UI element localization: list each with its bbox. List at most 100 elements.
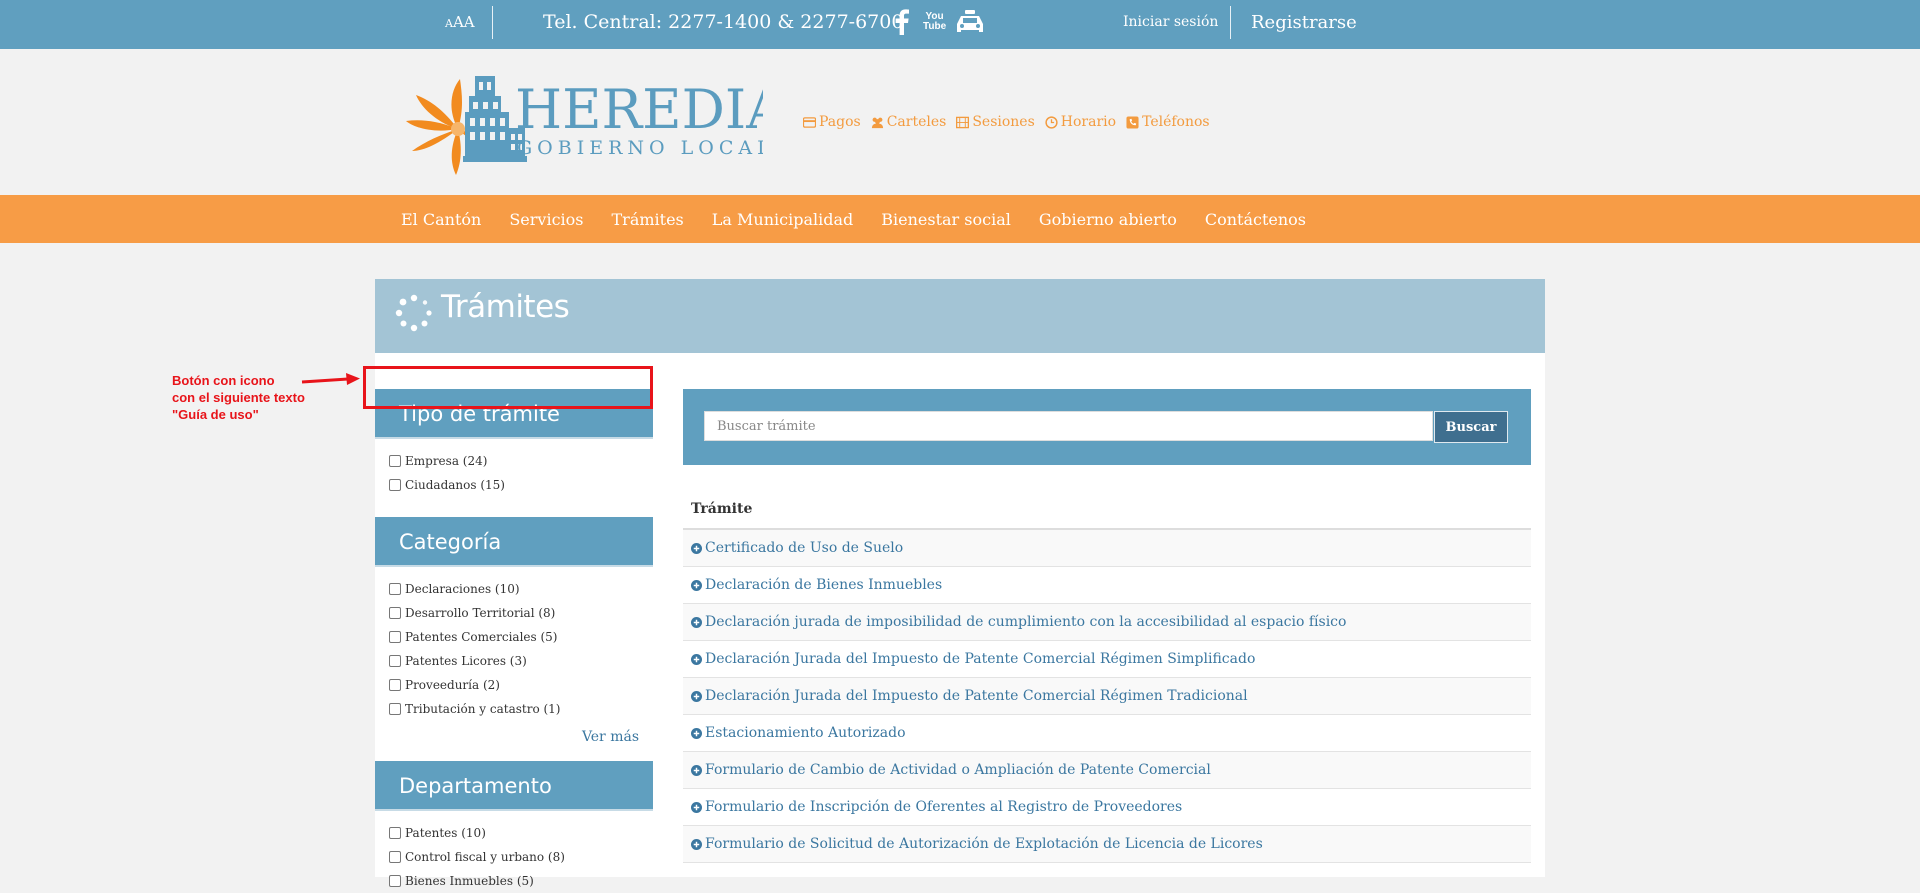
table-header: Trámite <box>683 489 1531 530</box>
plus-circle-icon <box>691 542 702 554</box>
filter-option[interactable]: Declaraciones (10) <box>389 577 653 601</box>
taxi-icon[interactable] <box>956 8 984 36</box>
table-row[interactable]: Declaración Jurada del Impuesto de Paten… <box>683 678 1531 715</box>
checkbox[interactable] <box>389 703 401 715</box>
plus-circle-icon <box>691 690 702 702</box>
film-icon <box>956 116 970 128</box>
table-row[interactable]: Formulario de Inscripción de Oferentes a… <box>683 789 1531 826</box>
checkbox[interactable] <box>389 455 401 467</box>
plus-circle-icon <box>691 838 702 850</box>
filter-categoria: Categoría Declaraciones (10) Desarrollo … <box>375 517 653 745</box>
tramite-link[interactable]: Declaración Jurada del Impuesto de Paten… <box>705 651 1255 667</box>
tramite-link[interactable]: Formulario de Cambio de Actividad o Ampl… <box>705 762 1211 778</box>
logo-subtitle: GOBIERNO LOCAL <box>517 137 763 159</box>
search-input[interactable] <box>704 411 1433 441</box>
filter-option[interactable]: Tributación y catastro (1) <box>389 697 653 721</box>
nav-item-tramites[interactable]: Trámites <box>612 210 684 229</box>
filter-option[interactable]: Ciudadanos (15) <box>389 473 653 497</box>
nav-item-servicios[interactable]: Servicios <box>509 210 583 229</box>
nav-item-contactenos[interactable]: Contáctenos <box>1205 210 1306 229</box>
table-row[interactable]: Formulario de Cambio de Actividad o Ampl… <box>683 752 1531 789</box>
filter-option-label: Empresa (24) <box>405 454 488 468</box>
plus-circle-icon <box>691 616 702 628</box>
table-row[interactable]: Certificado de Uso de Suelo <box>683 530 1531 567</box>
register-link[interactable]: Registrarse <box>1251 0 1357 49</box>
quick-link-label: Pagos <box>819 114 861 130</box>
table-row[interactable]: Declaración jurada de imposibilidad de c… <box>683 604 1531 641</box>
filter-option[interactable]: Proveeduría (2) <box>389 673 653 697</box>
filter-departamento: Departamento Patentes (10) Control fisca… <box>375 761 653 893</box>
plus-circle-icon <box>691 764 702 776</box>
search-button[interactable]: Buscar <box>1434 411 1508 443</box>
filter-option-label: Tributación y catastro (1) <box>405 702 561 716</box>
font-size-small: A <box>445 17 453 30</box>
filter-heading: Categoría <box>375 517 653 567</box>
annotation-note: Botón con icono con el siguiente texto "… <box>172 372 305 423</box>
tramite-link[interactable]: Estacionamiento Autorizado <box>705 725 906 741</box>
quick-link-telefonos[interactable]: Teléfonos <box>1126 114 1210 130</box>
checkbox[interactable] <box>389 827 401 839</box>
filter-option[interactable]: Desarrollo Territorial (8) <box>389 601 653 625</box>
ver-mas-link[interactable]: Ver más <box>582 729 639 745</box>
filter-option[interactable]: Bienes Inmuebles (5) <box>389 869 653 893</box>
checkbox[interactable] <box>389 679 401 691</box>
divider <box>1230 6 1231 39</box>
quick-link-label: Carteles <box>886 114 947 130</box>
checkbox[interactable] <box>389 655 401 667</box>
plus-circle-icon <box>691 579 702 591</box>
facebook-icon[interactable] <box>895 8 909 36</box>
plus-circle-icon <box>691 801 702 813</box>
filter-option[interactable]: Patentes Comerciales (5) <box>389 625 653 649</box>
quick-link-horario[interactable]: Horario <box>1045 114 1116 130</box>
annotation-line: con el siguiente texto <box>172 390 305 405</box>
filter-option-label: Declaraciones (10) <box>405 582 520 596</box>
quick-link-label: Horario <box>1060 114 1117 130</box>
quick-link-carteles[interactable]: Carteles <box>871 114 947 130</box>
tramite-link[interactable]: Formulario de Solicitud de Autorización … <box>705 836 1263 852</box>
quick-link-pagos[interactable]: Pagos <box>803 114 861 130</box>
nav-item-el-canton[interactable]: El Cantón <box>401 210 481 229</box>
filter-option-label: Desarrollo Territorial (8) <box>405 606 556 620</box>
plus-circle-icon <box>691 653 702 665</box>
tramites-table: Trámite Certificado de Uso de Suelo Decl… <box>683 489 1531 863</box>
table-row[interactable]: Declaración Jurada del Impuesto de Paten… <box>683 641 1531 678</box>
checkbox[interactable] <box>389 583 401 595</box>
youtube-icon[interactable]: You Tube <box>923 8 946 36</box>
filter-option-label: Ciudadanos (15) <box>405 478 505 492</box>
checkbox[interactable] <box>389 607 401 619</box>
filter-option[interactable]: Empresa (24) <box>389 449 653 473</box>
users-icon <box>871 117 883 128</box>
login-link[interactable]: Iniciar sesión <box>1123 0 1218 49</box>
table-row[interactable]: Estacionamiento Autorizado <box>683 715 1531 752</box>
heredia-logo[interactable]: HEREDIA GOBIERNO LOCAL <box>403 66 786 176</box>
filter-option[interactable]: Patentes (10) <box>389 821 653 845</box>
quick-link-sesiones[interactable]: Sesiones <box>956 114 1035 130</box>
annotation-line: "Guía de uso" <box>172 407 259 422</box>
annotation-arrow-icon <box>301 373 360 385</box>
tramite-link[interactable]: Formulario de Inscripción de Oferentes a… <box>705 799 1182 815</box>
tramite-link[interactable]: Declaración Jurada del Impuesto de Paten… <box>705 688 1248 704</box>
checkbox[interactable] <box>389 479 401 491</box>
table-row[interactable]: Formulario de Solicitud de Autorización … <box>683 826 1531 863</box>
tramite-link[interactable]: Declaración de Bienes Inmuebles <box>705 577 942 593</box>
filter-option-label: Control fiscal y urbano (8) <box>405 850 565 864</box>
filter-option-label: Patentes Licores (3) <box>405 654 527 668</box>
filter-heading: Departamento <box>375 761 653 811</box>
table-row[interactable]: Declaración de Bienes Inmuebles <box>683 567 1531 604</box>
nav-item-bienestar-social[interactable]: Bienestar social <box>881 210 1011 229</box>
font-size-large: AA <box>452 13 475 31</box>
filter-option-label: Patentes (10) <box>405 826 486 840</box>
tramite-link[interactable]: Declaración jurada de imposibilidad de c… <box>705 614 1346 630</box>
checkbox[interactable] <box>389 851 401 863</box>
search-box: Buscar <box>683 389 1531 465</box>
filter-option-label: Proveeduría (2) <box>405 678 500 692</box>
filter-option[interactable]: Patentes Licores (3) <box>389 649 653 673</box>
nav-item-la-municipalidad[interactable]: La Municipalidad <box>712 210 853 229</box>
nav-item-gobierno-abierto[interactable]: Gobierno abierto <box>1039 210 1177 229</box>
font-size-toggle[interactable]: AAA <box>445 0 475 49</box>
tramite-link[interactable]: Certificado de Uso de Suelo <box>705 540 903 556</box>
filter-option[interactable]: Control fiscal y urbano (8) <box>389 845 653 869</box>
top-bar: AAA Tel. Central: 2277-1400 & 2277-6700 … <box>0 0 1920 49</box>
page-title: Trámites <box>441 289 570 325</box>
checkbox[interactable] <box>389 631 401 643</box>
